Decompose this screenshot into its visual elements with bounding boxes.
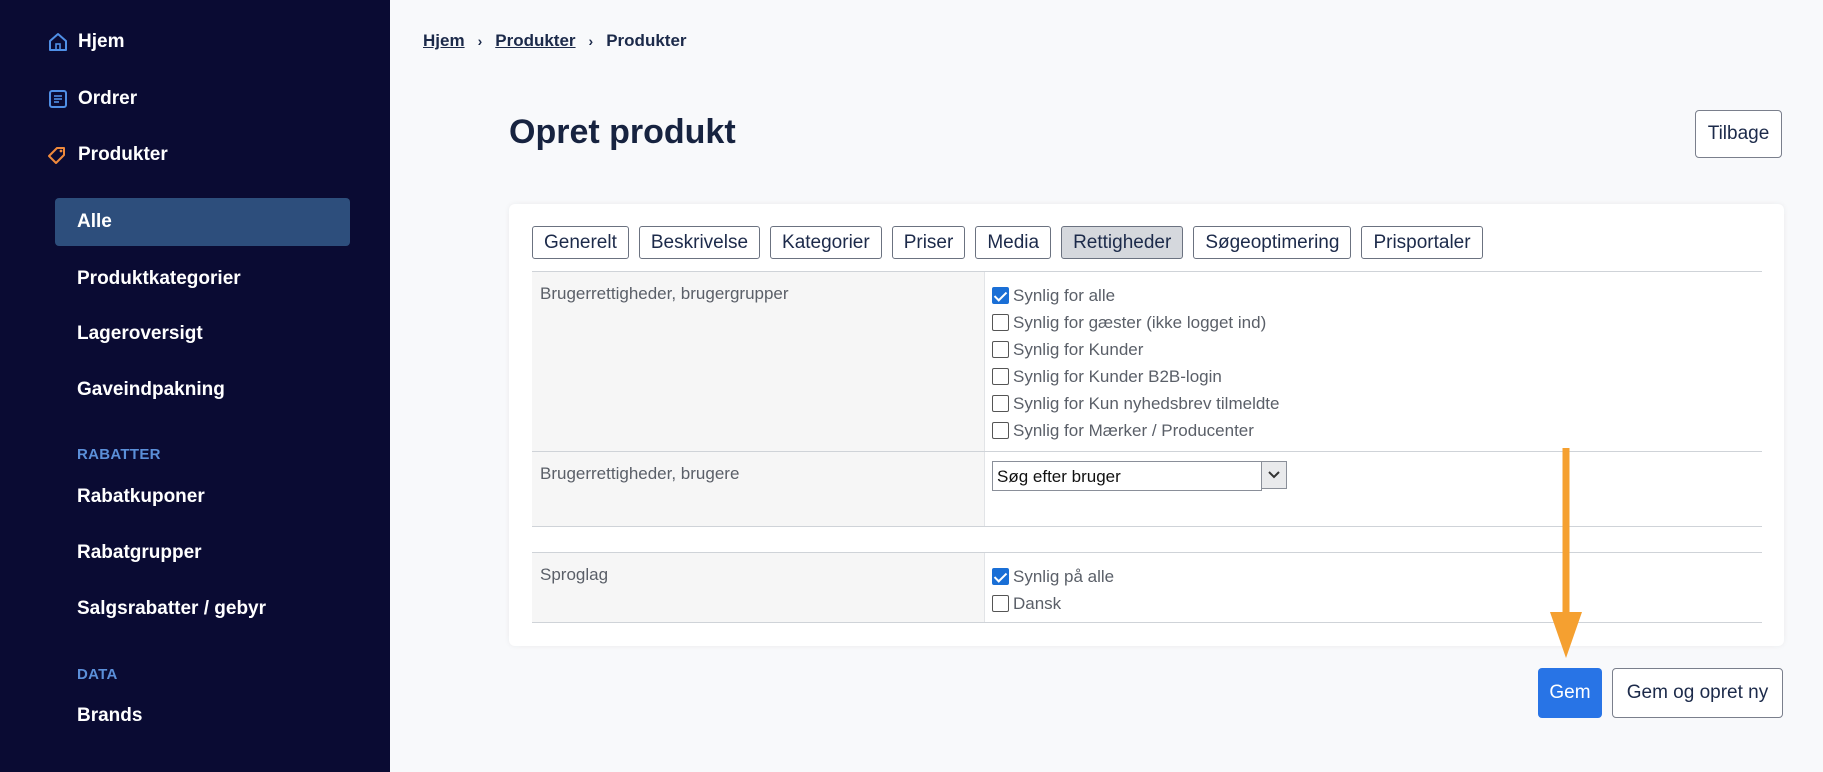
tab-bar: Generelt Beskrivelse Kategorier Priser M… (532, 226, 1483, 259)
back-button[interactable]: Tilbage (1695, 110, 1782, 158)
checkbox-label: Synlig for Kun nyhedsbrev tilmeldte (1013, 393, 1280, 413)
option-synlig-for-kunder: Synlig for Kunder (992, 336, 1279, 363)
tab-beskrivelse[interactable]: Beskrivelse (638, 226, 761, 259)
form-card: Generelt Beskrivelse Kategorier Priser M… (509, 204, 1784, 646)
chevron-right-icon: › (588, 33, 594, 49)
table-row-users: Brugerrettigheder, brugere Søg efter bru… (532, 451, 1762, 526)
sidebar-item-produktkategorier[interactable]: Produktkategorier (77, 268, 241, 290)
page-title: Opret produkt (509, 113, 736, 151)
checkbox[interactable] (992, 595, 1009, 612)
save-and-new-button[interactable]: Gem og opret ny (1612, 668, 1783, 718)
row-label: Brugerrettigheder, brugergrupper (532, 272, 985, 451)
chevron-down-icon[interactable] (1262, 461, 1287, 489)
sidebar-item-ordrer[interactable]: Ordrer (46, 87, 137, 111)
checkbox-label: Dansk (1013, 593, 1062, 613)
sidebar-item-label: Produkter (78, 144, 168, 165)
checkbox[interactable] (992, 422, 1009, 439)
breadcrumb: Hjem › Produkter › Produkter (423, 31, 687, 51)
tab-priser[interactable]: Priser (891, 226, 966, 259)
tab-soegeoptimering[interactable]: Søgeoptimering (1193, 226, 1352, 259)
breadcrumb-link-produkter[interactable]: Produkter (495, 31, 575, 51)
table-row-languages: Sproglag Synlig på alle Dansk (532, 552, 1762, 623)
tab-media[interactable]: Media (975, 226, 1052, 259)
orders-icon (46, 87, 70, 111)
checkbox-label: Synlig for Mærker / Producenter (1013, 420, 1254, 440)
breadcrumb-link-hjem[interactable]: Hjem (423, 31, 465, 51)
language-options: Synlig på alle Dansk (992, 563, 1114, 617)
user-search-select[interactable]: Søg efter bruger (992, 461, 1287, 491)
option-dansk: Dansk (992, 590, 1114, 617)
option-synlig-for-kunder-b2b: Synlig for Kunder B2B-login (992, 363, 1279, 390)
tab-generelt[interactable]: Generelt (532, 226, 629, 259)
main-content: Hjem › Produkter › Produkter Opret produ… (390, 0, 1823, 772)
option-synlig-for-maerker: Synlig for Mærker / Producenter (992, 417, 1279, 444)
checkbox-label: Synlig for Kunder B2B-login (1013, 366, 1222, 386)
checkbox[interactable] (992, 341, 1009, 358)
tag-icon (46, 143, 70, 167)
section-heading-data: DATA (77, 666, 118, 683)
chevron-right-icon: › (477, 33, 483, 49)
checkbox[interactable] (992, 287, 1009, 304)
checkbox[interactable] (992, 314, 1009, 331)
home-icon (46, 30, 70, 54)
sidebar-item-lageroversigt[interactable]: Lageroversigt (77, 323, 203, 345)
tab-kategorier[interactable]: Kategorier (770, 226, 882, 259)
checkbox-label: Synlig for Kunder (1013, 339, 1144, 359)
save-button[interactable]: Gem (1538, 668, 1602, 718)
sidebar-item-brands[interactable]: Brands (77, 705, 142, 727)
sidebar-item-salgsrabatter[interactable]: Salgsrabatter / gebyr (77, 598, 266, 620)
row-label: Sproglag (532, 553, 985, 622)
option-synlig-for-nyhedsbrev: Synlig for Kun nyhedsbrev tilmeldte (992, 390, 1279, 417)
checkbox[interactable] (992, 395, 1009, 412)
sidebar-item-alle[interactable]: Alle (55, 198, 350, 246)
checkbox[interactable] (992, 568, 1009, 585)
option-synlig-paa-alle: Synlig på alle (992, 563, 1114, 590)
sidebar: Hjem Ordrer Produkter Alle Produktkatego… (0, 0, 390, 772)
sidebar-item-label: Ordrer (78, 88, 138, 109)
table-row-usergroups: Brugerrettigheder, brugergrupper Synlig … (532, 271, 1762, 451)
usergroup-options: Synlig for alle Synlig for gæster (ikke … (992, 282, 1279, 444)
sidebar-item-rabatgrupper[interactable]: Rabatgrupper (77, 542, 202, 564)
user-search-input[interactable]: Søg efter bruger (992, 461, 1262, 491)
sidebar-item-gaveindpakning[interactable]: Gaveindpakning (77, 379, 225, 401)
option-synlig-for-gaester: Synlig for gæster (ikke logget ind) (992, 309, 1279, 336)
checkbox-label: Synlig for alle (1013, 285, 1116, 305)
sidebar-item-hjem[interactable]: Hjem (46, 30, 124, 54)
section-heading-rabatter: RABATTER (77, 446, 161, 463)
sidebar-item-rabatkuponer[interactable]: Rabatkuponer (77, 486, 205, 508)
checkbox-label: Synlig for gæster (ikke logget ind) (1013, 312, 1267, 332)
checkbox[interactable] (992, 368, 1009, 385)
sidebar-item-produkter[interactable]: Produkter (46, 143, 168, 167)
breadcrumb-current: Produkter (606, 31, 687, 50)
tab-prisportaler[interactable]: Prisportaler (1361, 226, 1483, 259)
sidebar-item-label: Hjem (78, 31, 125, 52)
table-row-spacer (532, 526, 1762, 552)
option-synlig-for-alle: Synlig for alle (992, 282, 1279, 309)
checkbox-label: Synlig på alle (1013, 566, 1115, 586)
tab-rettigheder[interactable]: Rettigheder (1061, 226, 1184, 259)
row-label: Brugerrettigheder, brugere (532, 452, 985, 526)
